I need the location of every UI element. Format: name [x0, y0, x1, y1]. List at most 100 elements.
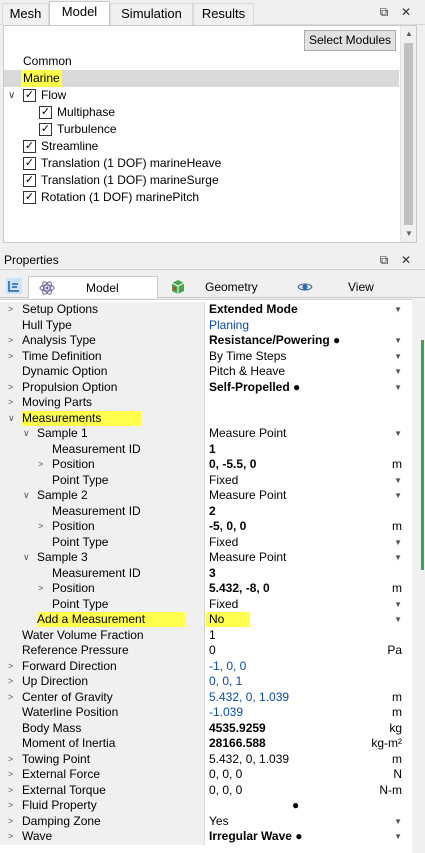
property-value-cell[interactable]: Irregular Wave ● ▼ [206, 829, 406, 845]
property-row[interactable]: > Fluid Property ● [0, 798, 412, 814]
tab-model-properties[interactable]: Model [28, 276, 158, 298]
property-value-cell[interactable] [206, 395, 406, 411]
property-value-cell[interactable]: 0 Pa [206, 643, 406, 659]
chevron-right-icon[interactable]: > [8, 829, 13, 844]
property-row[interactable]: Point Type Fixed ▼ [0, 534, 412, 551]
dropdown-arrow-icon[interactable]: ▼ [394, 612, 402, 627]
property-row[interactable]: ∨ Sample 1 Measure Point ▼ [0, 426, 412, 442]
dropdown-arrow-icon[interactable]: ▼ [394, 473, 402, 488]
select-modules-button[interactable]: Select Modules [304, 30, 396, 51]
chevron-right-icon[interactable]: > [8, 814, 13, 829]
property-row[interactable]: ∨ Sample 2 Measure Point ▼ [0, 488, 412, 504]
close-icon[interactable]: ✕ [397, 3, 415, 21]
module-item-flow[interactable]: ∨ ✓ Flow [4, 87, 399, 104]
properties-close-icon[interactable]: ✕ [397, 251, 415, 269]
module-item-marine[interactable]: Marine [4, 70, 399, 87]
module-scrollbar[interactable]: ▲ ▼ [400, 26, 416, 242]
chevron-down-icon[interactable]: ∨ [23, 426, 30, 441]
property-value-cell[interactable]: -1, 0, 0 [206, 659, 406, 675]
property-value-cell[interactable]: Fixed ▼ [206, 473, 406, 489]
checkbox-checked[interactable]: ✓ [39, 106, 52, 119]
property-value-cell[interactable]: Measure Point ▼ [206, 550, 406, 566]
checkbox-checked[interactable]: ✓ [23, 140, 36, 153]
dropdown-arrow-icon[interactable]: ▼ [394, 349, 402, 364]
property-row[interactable]: > Wave Irregular Wave ● ▼ [0, 829, 412, 845]
chevron-right-icon[interactable]: > [38, 457, 43, 472]
chevron-down-icon[interactable]: ∨ [23, 488, 30, 503]
property-value-cell[interactable]: -5, 0, 0 m [206, 519, 406, 535]
property-value-cell[interactable]: 1 [206, 442, 406, 458]
property-value-cell[interactable]: 5.432, -8, 0 m [206, 581, 406, 597]
chevron-right-icon[interactable]: > [8, 380, 13, 395]
chevron-right-icon[interactable]: > [8, 349, 13, 364]
property-row[interactable]: Point Type Fixed ▼ [0, 596, 412, 612]
module-item-streamline[interactable]: ✓ Streamline [4, 138, 399, 155]
property-row[interactable]: > Setup Options Extended Mode ▼ [0, 302, 412, 318]
property-row[interactable]: Reference Pressure 0 Pa [0, 643, 412, 659]
chevron-down-icon[interactable]: ∨ [8, 411, 15, 426]
property-row[interactable]: > Damping Zone Yes ▼ [0, 813, 412, 829]
chevron-down-icon[interactable]: ∨ [23, 550, 30, 565]
property-value-cell[interactable]: 5.432, 0, 1.039 m [206, 752, 406, 768]
dropdown-arrow-icon[interactable]: ▼ [394, 488, 402, 503]
property-value-cell[interactable]: Pitch & Heave ▼ [206, 364, 406, 380]
property-row[interactable]: Water Volume Fraction 1 [0, 627, 412, 644]
module-item-turbulence[interactable]: ✓ Turbulence [4, 121, 399, 138]
property-row[interactable]: > External Torque 0, 0, 0 N-m [0, 782, 412, 798]
property-value-cell[interactable]: Self-Propelled ● ▼ [206, 380, 406, 396]
property-row[interactable]: > Analysis Type Resistance/Powering ● ▼ [0, 333, 412, 349]
chevron-right-icon[interactable]: > [8, 674, 13, 689]
chevron-right-icon[interactable]: > [38, 519, 43, 534]
tab-mesh[interactable]: Mesh [2, 3, 49, 25]
property-row[interactable]: > Moving Parts [0, 395, 412, 411]
module-item-surge[interactable]: ✓ Translation (1 DOF) marineSurge [4, 172, 399, 189]
property-row[interactable]: Measurement ID 1 [0, 441, 412, 458]
property-row[interactable]: > Up Direction 0, 0, 1 [0, 674, 412, 690]
dropdown-arrow-icon[interactable]: ▼ [394, 302, 402, 317]
property-value-cell[interactable]: -1.039 m [206, 705, 406, 721]
checkbox-checked[interactable]: ✓ [39, 123, 52, 136]
property-value-cell[interactable]: By Time Steps ▼ [206, 349, 406, 365]
property-value-cell[interactable]: 5.432, 0, 1.039 m [206, 690, 406, 706]
chevron-right-icon[interactable]: > [8, 798, 13, 813]
property-value-cell[interactable]: Fixed ▼ [206, 535, 406, 551]
property-value-cell[interactable]: 0, -5.5, 0 m [206, 457, 406, 473]
tab-results[interactable]: Results [193, 3, 254, 25]
property-row[interactable]: > Propulsion Option Self-Propelled ● ▼ [0, 379, 412, 396]
property-row[interactable]: ∨ Sample 3 Measure Point ▼ [0, 550, 412, 566]
property-row[interactable]: > Center of Gravity 5.432, 0, 1.039 m [0, 689, 412, 706]
dropdown-arrow-icon[interactable]: ▼ [394, 829, 402, 844]
scroll-thumb[interactable] [404, 43, 413, 225]
module-item-multiphase[interactable]: ✓ Multiphase [4, 104, 399, 121]
tab-view-properties[interactable]: View [285, 276, 405, 298]
property-value-cell[interactable] [206, 411, 406, 427]
chevron-right-icon[interactable]: > [8, 767, 13, 782]
chevron-right-icon[interactable]: > [8, 302, 13, 317]
tab-model[interactable]: Model [49, 1, 110, 26]
property-row[interactable]: Hull Type Planing [0, 317, 412, 333]
chevron-down-icon[interactable]: ∨ [8, 87, 15, 104]
property-row[interactable]: Moment of Inertia 28166.588 kg-m² [0, 736, 412, 752]
tab-geometry-properties[interactable]: Geometry [160, 276, 280, 298]
scroll-down-icon[interactable]: ▼ [401, 226, 417, 242]
scroll-up-icon[interactable]: ▲ [401, 26, 417, 42]
dropdown-arrow-icon[interactable]: ▼ [394, 380, 402, 395]
property-value-cell[interactable]: ● [206, 798, 406, 814]
module-item-pitch[interactable]: ✓ Rotation (1 DOF) marinePitch [4, 189, 399, 206]
property-value-cell[interactable]: 1 [206, 628, 406, 644]
property-row[interactable]: > Time Definition By Time Steps ▼ [0, 348, 412, 365]
dropdown-arrow-icon[interactable]: ▼ [394, 550, 402, 565]
property-row[interactable]: > Forward Direction -1, 0, 0 [0, 658, 412, 675]
property-row[interactable]: Measurement ID 3 [0, 565, 412, 581]
property-row[interactable]: > Position -5, 0, 0 m [0, 519, 412, 535]
property-row[interactable]: Add a Measurement No ▼ [0, 612, 412, 628]
property-row[interactable]: Dynamic Option Pitch & Heave ▼ [0, 364, 412, 380]
property-row[interactable]: Point Type Fixed ▼ [0, 472, 412, 489]
property-row[interactable]: Measurement ID 2 [0, 503, 412, 520]
property-value-cell[interactable]: Resistance/Powering ● ▼ [206, 333, 406, 349]
property-value-cell[interactable]: 2 [206, 504, 406, 520]
chevron-right-icon[interactable]: > [8, 752, 13, 767]
property-value-cell[interactable]: 0, 0, 1 [206, 674, 406, 690]
dropdown-arrow-icon[interactable]: ▼ [394, 364, 402, 379]
chevron-right-icon[interactable]: > [8, 783, 13, 798]
